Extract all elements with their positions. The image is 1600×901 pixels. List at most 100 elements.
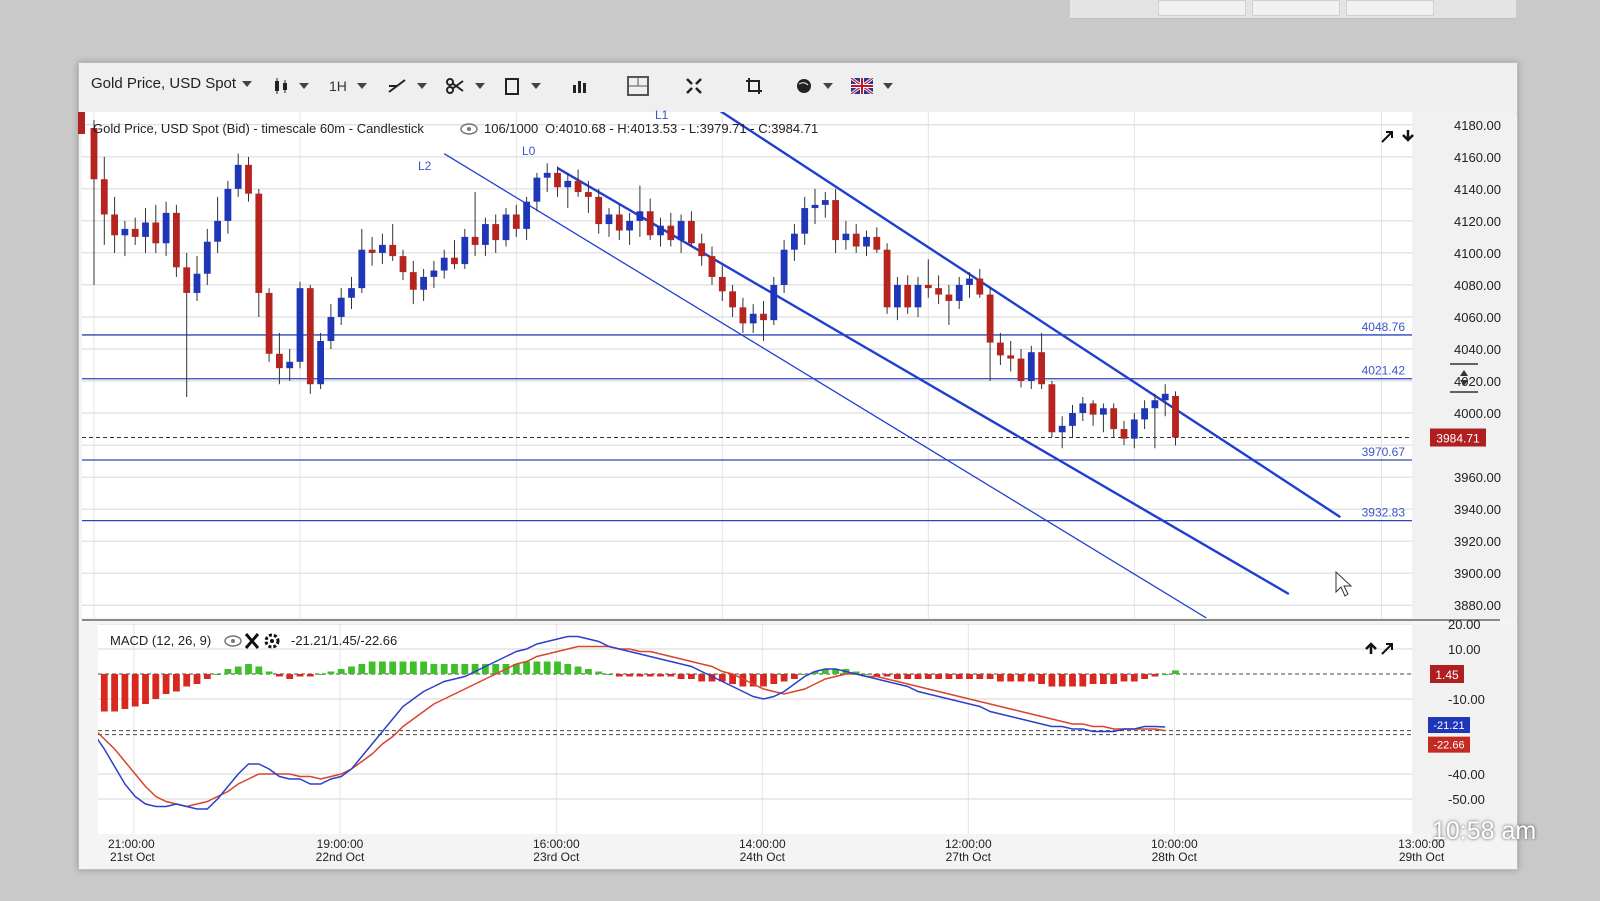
price-tick-label: 3900.00 [1454, 566, 1501, 581]
candle-body [399, 256, 407, 273]
candle-body [337, 297, 345, 317]
macd-histogram-bar [152, 674, 160, 699]
candle-body [131, 228, 139, 237]
candle-body [1017, 358, 1025, 382]
macd-histogram-bar [379, 661, 386, 674]
date-tick-label: 24th Oct [740, 850, 786, 864]
candle-body [935, 288, 942, 295]
candle-body [100, 179, 108, 215]
price-tick-label: 3920.00 [1454, 534, 1501, 549]
time-tick-label: 10:00:00 [1151, 837, 1198, 851]
macd-histogram-bar [1017, 674, 1025, 682]
candle-body [832, 200, 839, 241]
candle-body [1048, 384, 1056, 433]
macd-histogram-bar [255, 666, 263, 674]
candle-body [595, 196, 603, 225]
date-tick-label: 27th Oct [946, 850, 992, 864]
candle-body [883, 249, 891, 308]
candle-body [492, 224, 500, 241]
candle-body [564, 180, 572, 188]
price-tick-label: 4040.00 [1454, 342, 1501, 357]
candle-body [904, 284, 912, 308]
candle-body [760, 313, 767, 321]
candle-body [173, 212, 180, 268]
candle-body [688, 220, 695, 244]
macd-histogram-bar [224, 669, 232, 674]
candle-counter: 106/1000 [484, 121, 538, 136]
macd-histogram-bar [698, 674, 706, 682]
candle-body [451, 257, 458, 265]
macd-histogram-bar [173, 674, 180, 692]
candle-body [986, 294, 994, 343]
candle-body [193, 273, 201, 293]
macd-histogram-bar [214, 674, 221, 675]
price-tick-label: 4140.00 [1454, 182, 1501, 197]
macd-histogram-bar [1069, 674, 1076, 687]
chart-area[interactable]: 4180.00 4160.00 4140.00 4120.00 4100.00 4080.… [0, 0, 1600, 901]
candle-body [667, 225, 675, 241]
macd-histogram-bar [461, 664, 469, 674]
candle-body [296, 288, 304, 362]
candle-body [1027, 352, 1035, 382]
candle-body [894, 284, 901, 308]
date-tick-label: 22nd Oct [316, 850, 365, 864]
candle-body [358, 249, 366, 289]
macd-histogram-bar [265, 671, 273, 674]
candle-body [183, 267, 191, 293]
channel-label-l0: L0 [522, 144, 536, 158]
macd-histogram-bar [1151, 674, 1159, 677]
macd-histogram-bar [348, 666, 355, 674]
macd-histogram-bar [595, 671, 603, 674]
candle-body [1100, 408, 1107, 415]
candle-body [554, 172, 561, 188]
macd-histogram-bar [976, 674, 984, 679]
time-tick-label: 19:00:00 [317, 837, 364, 851]
macd-plot-background [98, 624, 1412, 834]
macd-histogram-bar [337, 669, 345, 674]
price-tick-label: 4180.00 [1454, 118, 1501, 133]
candle-body [739, 307, 747, 324]
ohlc-readout: O:4010.68 - H:4013.53 - L:3979.71 - C:39… [545, 121, 818, 136]
candle-body [368, 249, 376, 253]
price-tick-label: 4080.00 [1454, 278, 1501, 293]
macd-histogram-bar [533, 661, 541, 674]
time-tick-label: 21:00:00 [108, 837, 155, 851]
candle-body [142, 222, 149, 237]
macd-histogram-bar [111, 674, 118, 712]
candle-body [234, 164, 242, 189]
macd-histogram-bar [430, 664, 438, 674]
macd-histogram-bar [1027, 674, 1035, 682]
last-price-tag-label: 3984.71 [1436, 432, 1480, 446]
horizontal-level-label: 3970.67 [1362, 445, 1406, 459]
macd-histogram-bar [142, 674, 149, 704]
candle-body [543, 172, 551, 178]
macd-histogram-bar [914, 674, 922, 679]
candle-body [224, 188, 232, 221]
horizontal-level-label: 4048.76 [1362, 320, 1406, 334]
candle-body [409, 272, 417, 290]
macd-tick-label: 10.00 [1448, 642, 1481, 657]
macd-histogram-bar [420, 661, 427, 674]
chart-header-title: Gold Price, USD Spot (Bid) - timescale 6… [93, 121, 424, 136]
macd-histogram-bar [904, 674, 912, 679]
macd-histogram-bar [306, 674, 314, 677]
macd-histogram-bar [657, 674, 664, 677]
macd-histogram-bar [523, 661, 530, 674]
candle-body [111, 214, 118, 236]
macd-histogram-bar [162, 674, 170, 694]
macd-histogram-bar [1120, 674, 1128, 682]
candle-body [1172, 395, 1179, 438]
price-tick-label: 4120.00 [1454, 214, 1501, 229]
macd-histogram-bar [1110, 674, 1118, 684]
candle-body [852, 233, 860, 247]
macd-tick-label: -10.00 [1448, 692, 1485, 707]
macd-title: MACD (12, 26, 9) [110, 633, 211, 648]
candle-body [1130, 419, 1138, 439]
macd-histogram-bar [317, 674, 324, 675]
candle-body [1141, 408, 1148, 420]
price-tick-label: 3880.00 [1454, 598, 1501, 613]
macd-histogram-bar [131, 674, 139, 707]
macd-histogram-bar [121, 674, 129, 709]
date-tick-label: 23rd Oct [533, 850, 580, 864]
candle-body [389, 244, 397, 257]
